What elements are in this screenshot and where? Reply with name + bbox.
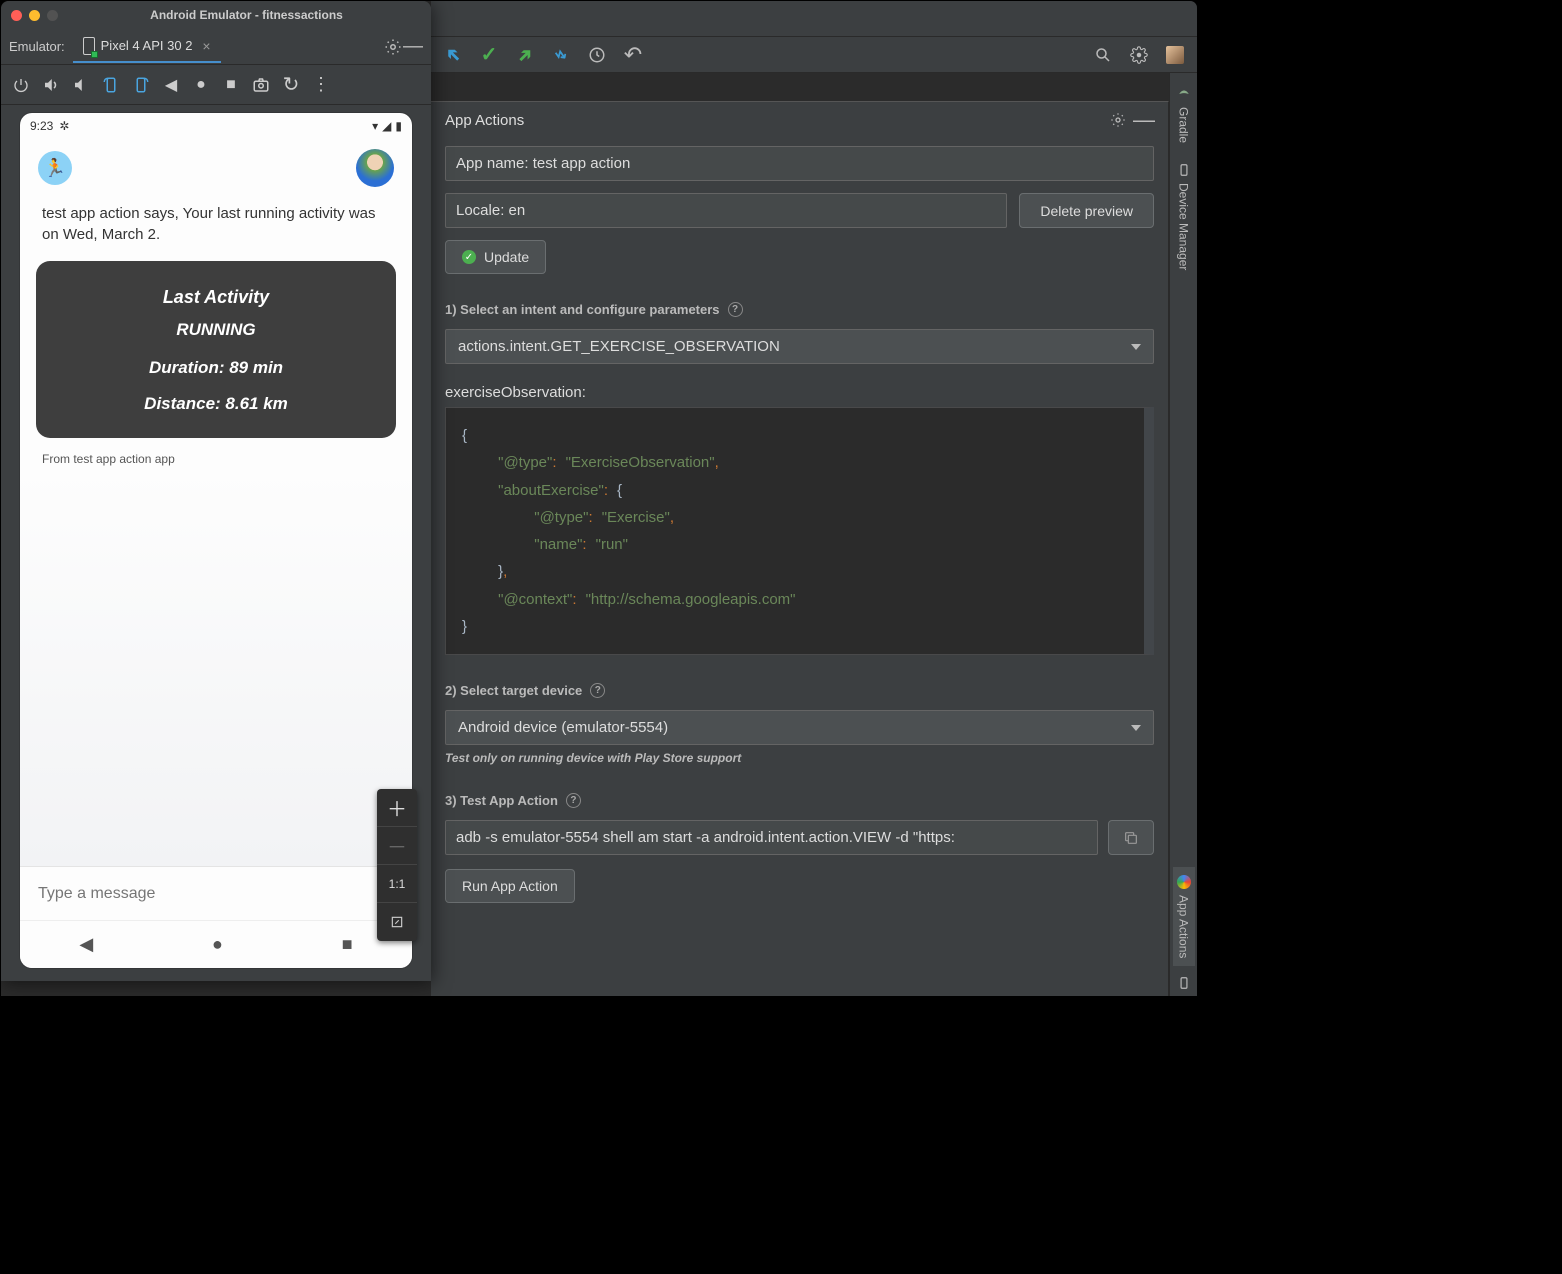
power-icon[interactable] (11, 75, 31, 95)
arrow-sync-icon[interactable]: ↯ (547, 40, 575, 68)
locale-field[interactable]: Locale: en (445, 193, 1007, 228)
rotate-right-icon[interactable] (131, 75, 151, 95)
close-tab-icon[interactable]: × (202, 38, 210, 54)
right-tool-strip: Gradle Device Manager App Actions (1169, 73, 1197, 996)
panel-minimize-icon[interactable]: — (1134, 110, 1154, 130)
phone-navbar: ◀ ● ■ (20, 920, 412, 968)
window-minimize-icon[interactable] (29, 10, 40, 21)
zoom-ratio[interactable]: 1:1 (377, 865, 417, 903)
phone-statusbar: 9:23 ✲ ▾ ◢ ▮ (20, 113, 412, 139)
clock-icon[interactable] (587, 45, 607, 65)
nav-overview-icon[interactable]: ■ (221, 75, 241, 95)
card-source: From test app action app (20, 448, 412, 470)
chevron-down-icon (1131, 344, 1141, 350)
panel-gear-icon[interactable] (1108, 110, 1128, 130)
assistant-message: test app action says, Your last running … (20, 197, 412, 251)
phone-screen[interactable]: 9:23 ✲ ▾ ◢ ▮ 🏃 test app action says, You… (20, 113, 412, 968)
run-app-action-button[interactable]: Run App Action (445, 869, 575, 903)
message-input[interactable]: Type a message (20, 866, 412, 920)
device-tool-icon[interactable] (1173, 970, 1195, 996)
emulator-tab-label: Emulator: (9, 39, 65, 54)
screenshot-icon[interactable] (251, 75, 271, 95)
avatar-icon[interactable] (1165, 45, 1185, 65)
check-circle-icon: ✓ (462, 250, 476, 264)
emulator-window-title: Android Emulator - fitnessactions (72, 8, 421, 22)
record-icon[interactable]: ↻ (281, 75, 301, 95)
param-label: exerciseObservation: (445, 384, 1154, 401)
minimize-icon[interactable]: — (403, 37, 423, 57)
window-maximize-icon (47, 10, 58, 21)
emulator-device-tab[interactable]: Pixel 4 API 30 2 × (73, 31, 221, 63)
settings-status-icon: ✲ (59, 119, 69, 133)
more-icon[interactable]: ⋮ (311, 75, 331, 95)
search-icon[interactable] (1093, 45, 1113, 65)
fit-screen-button[interactable] (377, 903, 417, 941)
device-icon (83, 37, 95, 55)
app-actions-panel: App Actions — App name: test app action … (431, 101, 1169, 996)
help-icon[interactable]: ? (590, 683, 605, 698)
section-1-label: 1) Select an intent and configure parame… (445, 302, 1154, 317)
nav-overview-icon[interactable]: ■ (342, 934, 353, 955)
nav-back-icon[interactable]: ◀ (161, 75, 181, 95)
chevron-down-icon (1131, 725, 1141, 731)
nav-home-icon[interactable]: ● (191, 75, 211, 95)
nav-home-icon[interactable]: ● (212, 934, 223, 955)
arrow-out-icon[interactable]: ➔ (511, 40, 539, 68)
section-3-label: 3) Test App Action? (445, 793, 1154, 808)
zoom-in-button[interactable]: ＋ (377, 789, 417, 827)
volume-up-icon[interactable] (41, 75, 61, 95)
device-manager-tool-button[interactable]: Device Manager (1173, 155, 1195, 278)
update-button[interactable]: ✓ Update (445, 240, 546, 274)
arrow-in-icon[interactable]: ➔ (439, 40, 467, 68)
json-editor[interactable]: { "@type": "ExerciseObservation", "about… (445, 407, 1154, 655)
device-hint: Test only on running device with Play St… (445, 751, 1154, 765)
section-2-label: 2) Select target device? (445, 683, 1154, 698)
wifi-icon: ▾ (372, 119, 378, 133)
app-actions-tool-button[interactable]: App Actions (1173, 867, 1195, 966)
app-name-field[interactable]: App name: test app action (445, 146, 1154, 181)
zoom-out-button[interactable]: － (377, 827, 417, 865)
delete-preview-button[interactable]: Delete preview (1019, 193, 1154, 228)
zoom-controls: ＋ － 1:1 (377, 789, 417, 941)
running-icon: 🏃 (38, 151, 72, 185)
help-icon[interactable]: ? (566, 793, 581, 808)
adb-command-field[interactable]: adb -s emulator-5554 shell am start -a a… (445, 820, 1098, 855)
activity-card[interactable]: Last Activity RUNNING Duration: 89 min D… (36, 261, 396, 438)
gear-icon[interactable] (383, 37, 403, 57)
device-select[interactable]: Android device (emulator-5554) (445, 710, 1154, 745)
help-icon[interactable]: ? (728, 302, 743, 317)
nav-back-icon[interactable]: ◀ (79, 934, 93, 955)
window-close-icon[interactable] (11, 10, 22, 21)
battery-icon: ▮ (395, 119, 402, 133)
rotate-left-icon[interactable] (101, 75, 121, 95)
signal-icon: ◢ (382, 119, 391, 133)
gear-icon[interactable] (1129, 45, 1149, 65)
ide-toolbar: ➔ ✓ ➔ ↯ ↶ (431, 37, 1197, 73)
emulator-window: Android Emulator - fitnessactions Emulat… (1, 1, 431, 981)
emulator-toolbar: ◀ ● ■ ↻ ⋮ (1, 65, 431, 105)
undo-icon[interactable]: ↶ (623, 45, 643, 65)
copy-button[interactable] (1108, 820, 1154, 855)
check-icon[interactable]: ✓ (479, 45, 499, 65)
gradle-tool-button[interactable]: Gradle (1173, 79, 1195, 151)
user-avatar[interactable] (356, 149, 394, 187)
volume-down-icon[interactable] (71, 75, 91, 95)
intent-select[interactable]: actions.intent.GET_EXERCISE_OBSERVATION (445, 329, 1154, 364)
panel-title: App Actions (445, 112, 524, 129)
ide-menubar (431, 1, 1197, 37)
emulator-titlebar[interactable]: Android Emulator - fitnessactions (1, 1, 431, 29)
